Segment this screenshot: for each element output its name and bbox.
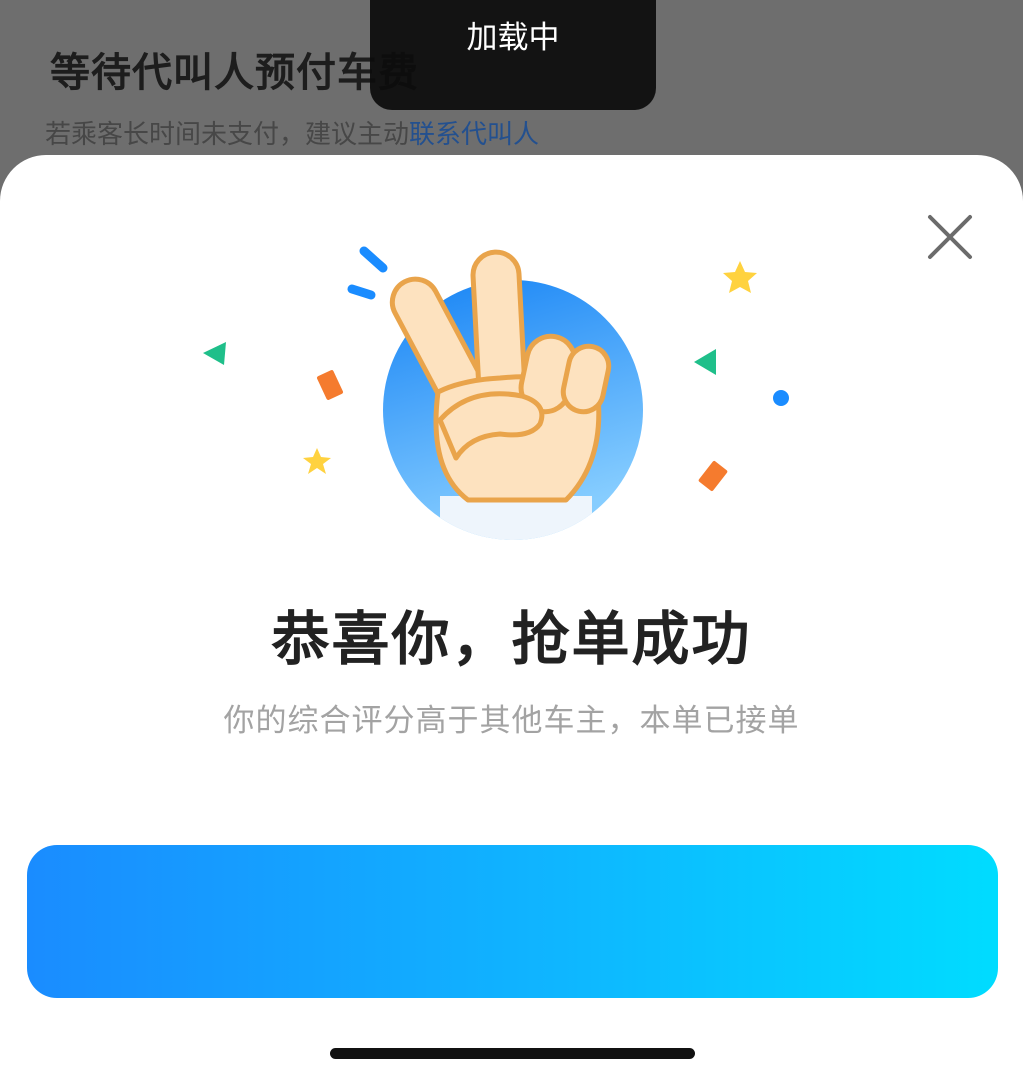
success-modal: 恭喜你，抢单成功 你的综合评分高于其他车主，本单已接单 [0, 155, 1023, 1080]
success-heading: 恭喜你，抢单成功 [271, 607, 752, 672]
star-icon [723, 261, 757, 293]
loading-toast: 加载中 [370, 0, 656, 110]
contact-caller-link[interactable]: 联系代叫人 [409, 119, 539, 149]
sleeve-cuff [440, 496, 592, 540]
confetti-dot [773, 390, 789, 406]
payment-hint-text: 若乘客长时间未支付，建议主动 [45, 119, 410, 149]
home-indicator[interactable] [330, 1048, 695, 1059]
confetti-dash [347, 284, 376, 300]
payment-hint: 若乘客长时间未支付，建议主动联系代叫人 [45, 114, 539, 151]
badge-circle [383, 280, 643, 540]
peace-hand-icon [389, 249, 612, 503]
loading-toast-label: 加载中 [466, 20, 560, 55]
confetti-rect [698, 461, 728, 491]
confetti-dash [359, 246, 388, 273]
primary-action-button[interactable] [27, 845, 998, 998]
star-icon [303, 448, 331, 474]
success-message: 你的综合评分高于其他车主，本单已接单 [223, 703, 800, 738]
close-icon [928, 215, 972, 259]
confetti-triangle [203, 342, 226, 365]
page-title: 等待代叫人预付车费 [50, 51, 419, 95]
close-button[interactable] [924, 211, 976, 263]
confetti-triangle [694, 349, 716, 375]
confetti-rect [317, 370, 343, 400]
